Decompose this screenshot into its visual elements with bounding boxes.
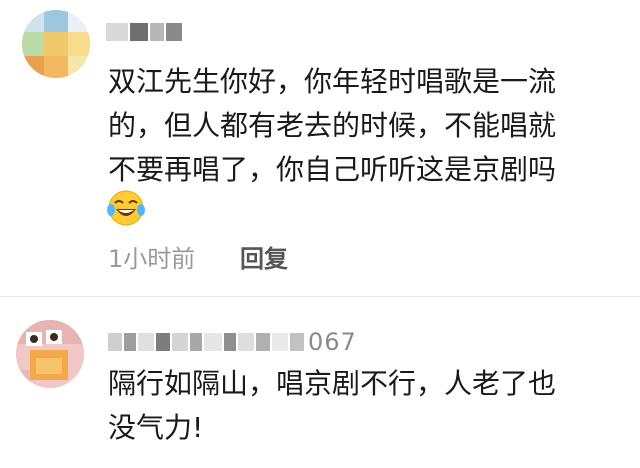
- comment-text: 隔行如隔山，唱京剧不行，人老了也 没气力!: [108, 362, 556, 450]
- divider: [0, 296, 640, 297]
- comment-line: 没气力!: [108, 411, 204, 444]
- avatar-image: [22, 10, 90, 78]
- comment-text: 双江先生你好，你年轻时唱歌是一流 的，但人都有老去的时候，不能唱就 不要再唱了，…: [108, 60, 556, 192]
- username-suffix: 067: [308, 328, 357, 356]
- comment-item: 067 隔行如隔山，唱京剧不行，人老了也 没气力!: [0, 300, 640, 468]
- avatar[interactable]: [22, 10, 90, 78]
- username-blurred[interactable]: 067: [108, 328, 357, 356]
- avatar-image: [16, 320, 84, 388]
- username-blurred[interactable]: [106, 20, 184, 44]
- reply-button[interactable]: 回复: [240, 244, 288, 274]
- comment-list: 双江先生你好，你年轻时唱歌是一流 的，但人都有老去的时候，不能唱就 不要再唱了，…: [0, 0, 640, 468]
- comment-line: 双江先生你好，你年轻时唱歌是一流: [108, 65, 557, 98]
- laughing-tears-emoji-icon: [106, 188, 146, 228]
- timestamp: 1小时前: [108, 245, 196, 273]
- comment-line: 隔行如隔山，唱京剧不行，人老了也: [108, 367, 557, 400]
- avatar[interactable]: [16, 320, 84, 388]
- comment-line: 不要再唱了，你自己听听这是京剧吗: [108, 153, 557, 186]
- comment-item: 双江先生你好，你年轻时唱歌是一流 的，但人都有老去的时候，不能唱就 不要再唱了，…: [0, 0, 640, 300]
- comment-line: 的，但人都有老去的时候，不能唱就: [108, 109, 557, 142]
